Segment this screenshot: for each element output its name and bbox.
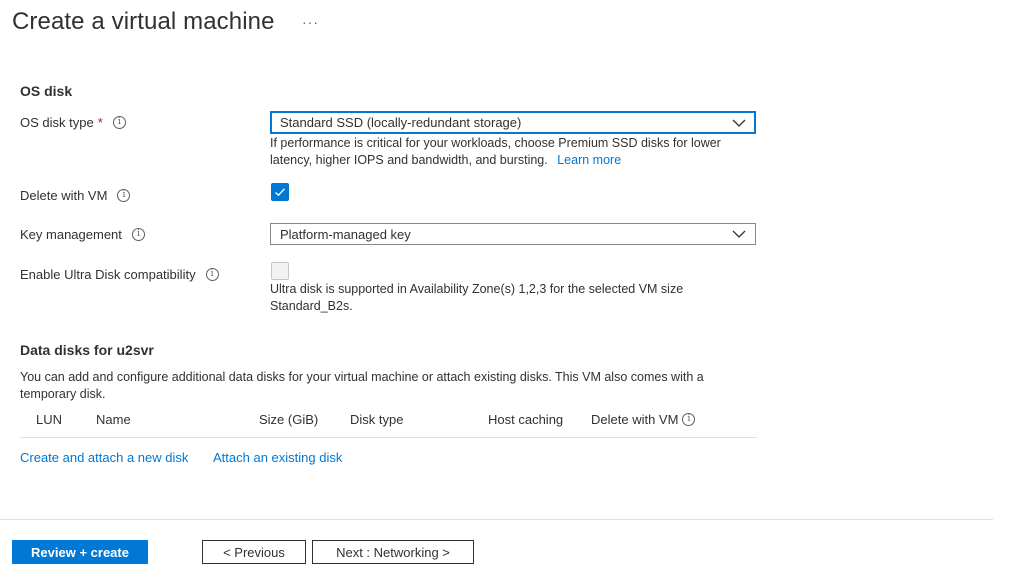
os-disk-type-help-line2-container: latency, higher IOPS and bandwidth, and … (270, 152, 721, 169)
delete-with-vm-checkbox[interactable] (271, 183, 289, 201)
key-management-label: Key management i (20, 227, 145, 242)
ultra-disk-checkbox[interactable] (271, 262, 289, 280)
os-disk-type-dropdown[interactable]: Standard SSD (locally-redundant storage) (270, 111, 756, 134)
more-options-button[interactable]: ··· (302, 14, 319, 30)
ultra-disk-label-text: Enable Ultra Disk compatibility (20, 267, 196, 282)
info-icon[interactable]: i (117, 189, 131, 202)
column-header-disk-type: Disk type (350, 412, 404, 427)
os-disk-type-label: OS disk type * i (20, 115, 126, 130)
os-disk-type-help-line1: If performance is critical for your work… (270, 136, 721, 150)
key-management-value: Platform-managed key (280, 226, 411, 242)
review-create-button[interactable]: Review + create (12, 540, 148, 564)
column-header-delete-with-vm-text: Delete with VM (591, 412, 679, 427)
os-disk-type-value: Standard SSD (locally-redundant storage) (280, 115, 522, 130)
page-title: Create a virtual machine (12, 8, 275, 35)
ultra-disk-label: Enable Ultra Disk compatibility i (20, 267, 219, 282)
delete-with-vm-label-text: Delete with VM (20, 188, 108, 203)
column-header-delete-with-vm: Delete with VM i (591, 412, 696, 427)
attach-existing-disk-link[interactable]: Attach an existing disk (213, 450, 342, 465)
column-header-lun: LUN (36, 412, 63, 427)
chevron-down-icon (732, 230, 746, 238)
delete-with-vm-label: Delete with VM i (20, 188, 131, 203)
info-icon[interactable]: i (112, 116, 126, 129)
next-networking-button[interactable]: Next : Networking > (312, 540, 474, 564)
ultra-disk-help-line1: Ultra disk is supported in Availability … (270, 282, 684, 296)
key-management-dropdown[interactable]: Platform-managed key (270, 223, 756, 245)
column-header-size: Size (GiB) (259, 412, 319, 427)
footer-divider (0, 519, 993, 520)
create-attach-new-disk-link[interactable]: Create and attach a new disk (20, 450, 188, 465)
os-disk-type-label-text: OS disk type (20, 115, 94, 130)
key-management-label-text: Key management (20, 227, 122, 242)
column-header-name: Name (96, 412, 131, 427)
required-marker: * (97, 115, 103, 130)
table-divider (20, 437, 757, 438)
info-icon[interactable]: i (682, 413, 696, 426)
chevron-down-icon (732, 119, 746, 127)
info-icon[interactable]: i (131, 228, 145, 241)
learn-more-link[interactable]: Learn more (557, 153, 621, 167)
os-disk-section-title: OS disk (20, 83, 73, 99)
column-header-host-caching: Host caching (488, 412, 564, 427)
previous-button[interactable]: < Previous (202, 540, 306, 564)
ultra-disk-help-line2: Standard_B2s. (270, 299, 353, 313)
ultra-disk-help: Ultra disk is supported in Availability … (270, 281, 683, 315)
os-disk-type-help-line2: latency, higher IOPS and bandwidth, and … (270, 153, 548, 167)
info-icon[interactable]: i (205, 268, 219, 281)
checkmark-icon (275, 188, 286, 197)
data-disks-section-title: Data disks for u2svr (20, 342, 154, 358)
data-disks-description: You can add and configure additional dat… (20, 369, 704, 403)
os-disk-type-help: If performance is critical for your work… (270, 135, 721, 169)
data-disks-description-line2: temporary disk. (20, 387, 106, 401)
data-disks-description-line1: You can add and configure additional dat… (20, 370, 704, 384)
